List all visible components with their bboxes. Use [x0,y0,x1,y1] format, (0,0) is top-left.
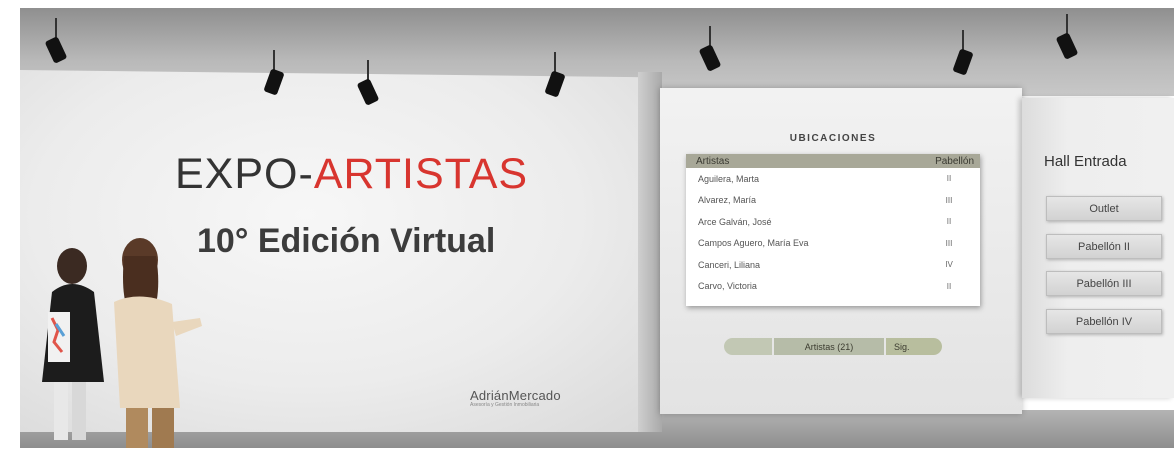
spotlight-icon [953,30,973,75]
pavilion-iii-button[interactable]: Pabellón III [1046,271,1162,296]
spotlight-icon [699,26,721,71]
frame-edge [0,0,20,454]
edition-subtitle: 10° Edición Virtual [197,222,496,260]
brand-logo[interactable]: AdriánMercado Asesoría y Gestión Inmobil… [470,388,600,408]
table-row[interactable]: Carvo, Victoria II [686,276,980,298]
locations-heading: UBICACIONES [789,133,877,144]
artist-count-label: Artistas (21) [774,338,884,355]
pavilion-number: III [945,238,953,248]
table-pager: Artistas (21) Sig. [724,338,942,355]
spotlight-icon [264,50,284,95]
table-row[interactable]: Aguilera, Marta II [686,168,980,190]
wall-corner [638,72,662,432]
pavilion-number: II [946,174,952,184]
pavilion-number: IV [945,260,953,270]
frame-edge [0,448,1174,454]
hall-title: Hall Entrada [1044,153,1127,170]
spotlight-icon [545,52,565,97]
title-prefix: EXPO- [175,150,314,198]
column-header-pavilion: Pabellón [935,155,974,167]
frame-edge [0,0,1174,8]
title-accent: ARTISTAS [313,150,529,198]
brand-name: AdriánMercado [470,388,561,403]
pavilion-number: III [945,195,953,205]
artist-name: Campos Aguero, María Eva [698,238,809,249]
table-header: Artistas Pabellón [686,154,980,168]
previous-page-button[interactable] [724,338,772,355]
artist-name: Carvo, Victoria [698,281,757,292]
table-row[interactable]: Arce Galván, José II [686,211,980,233]
outlet-button[interactable]: Outlet [1046,196,1162,221]
artist-name: Canceri, Liliana [698,259,761,270]
spotlight-icon [1056,14,1078,59]
pavilion-number: II [946,217,952,227]
table-row[interactable]: Alvarez, María III [686,190,980,212]
pavilion-ii-button[interactable]: Pabellón II [1046,234,1162,259]
locations-table: Artistas Pabellón Aguilera, Marta II Alv… [686,154,980,306]
spotlight-icon [357,60,379,105]
table-row[interactable]: Canceri, Liliana IV [686,254,980,276]
brand-tagline: Asesoría y Gestión Inmobiliaria [470,402,540,408]
visitors-illustration [42,238,202,448]
table-row[interactable]: Campos Aguero, María Eva III [686,233,980,255]
artist-name: Alvarez, María [698,195,757,206]
pavilion-number: II [946,281,952,291]
gallery-scene: EXPO-ARTISTAS 10° Edición Virtual Adrián… [0,0,1174,454]
column-header-artists: Artistas [696,155,730,167]
pavilion-iv-button[interactable]: Pabellón IV [1046,309,1162,334]
spotlight-icon [45,18,67,63]
expo-title: EXPO-ARTISTAS [175,150,528,199]
next-page-button[interactable]: Sig. [886,338,942,355]
artist-name: Aguilera, Marta [698,173,760,184]
artist-name: Arce Galván, José [698,216,772,227]
